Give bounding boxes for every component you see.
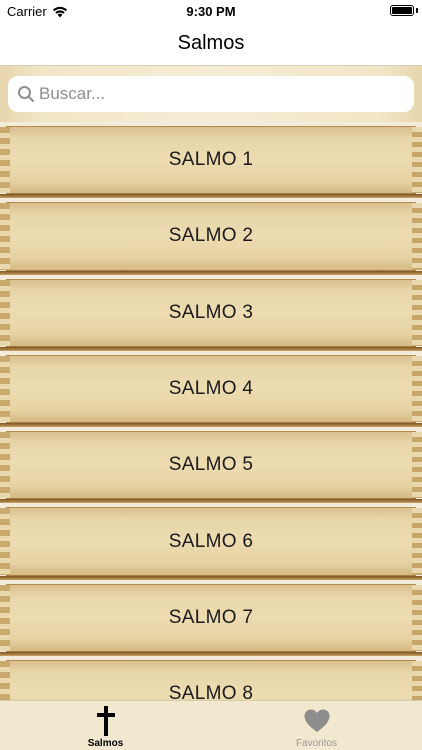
psalm-title: SALMO 5 <box>168 454 254 476</box>
search-area <box>0 66 422 122</box>
psalm-row[interactable]: SALMO 4 <box>0 351 422 428</box>
status-bar: Carrier 9:30 PM <box>0 0 422 22</box>
psalm-row[interactable]: SALMO 3 <box>0 275 422 351</box>
psalm-row[interactable]: SALMO 1 <box>0 122 422 199</box>
page-title: Salmos <box>177 32 245 54</box>
psalm-title: SALMO 4 <box>168 378 254 400</box>
psalm-title: SALMO 8 <box>168 683 254 700</box>
battery-tip <box>416 8 418 13</box>
psalm-row[interactable]: SALMO 8 <box>0 656 422 700</box>
tab-salmos[interactable]: Salmos <box>0 701 211 750</box>
heart-icon <box>304 709 329 732</box>
psalm-title: SALMO 6 <box>168 530 254 552</box>
battery-icon <box>390 5 414 16</box>
psalm-row[interactable]: SALMO 2 <box>0 198 422 275</box>
tab-label: Favoritos <box>295 738 338 749</box>
cross-icon <box>96 706 115 736</box>
psalm-row[interactable]: SALMO 7 <box>0 580 422 657</box>
psalm-row[interactable]: SALMO 6 <box>0 503 422 580</box>
search-icon <box>18 86 34 102</box>
navigation-bar: Salmos <box>0 22 422 66</box>
search-box[interactable] <box>8 76 414 112</box>
status-time: 9:30 PM <box>186 4 236 19</box>
psalm-title: SALMO 2 <box>168 225 254 247</box>
tab-bar: Salmos Favoritos <box>0 700 422 750</box>
tab-label: Salmos <box>87 738 124 749</box>
psalm-title: SALMO 3 <box>168 301 254 323</box>
tab-favoritos[interactable]: Favoritos <box>211 701 422 750</box>
psalm-row[interactable]: SALMO 5 <box>0 427 422 504</box>
psalm-title: SALMO 7 <box>168 606 254 628</box>
psalm-list[interactable]: SALMO 1 SALMO 2 SALMO 3 SALMO 4 SALMO 5 … <box>0 122 422 700</box>
psalm-title: SALMO 1 <box>168 149 254 171</box>
search-input[interactable] <box>39 76 399 112</box>
